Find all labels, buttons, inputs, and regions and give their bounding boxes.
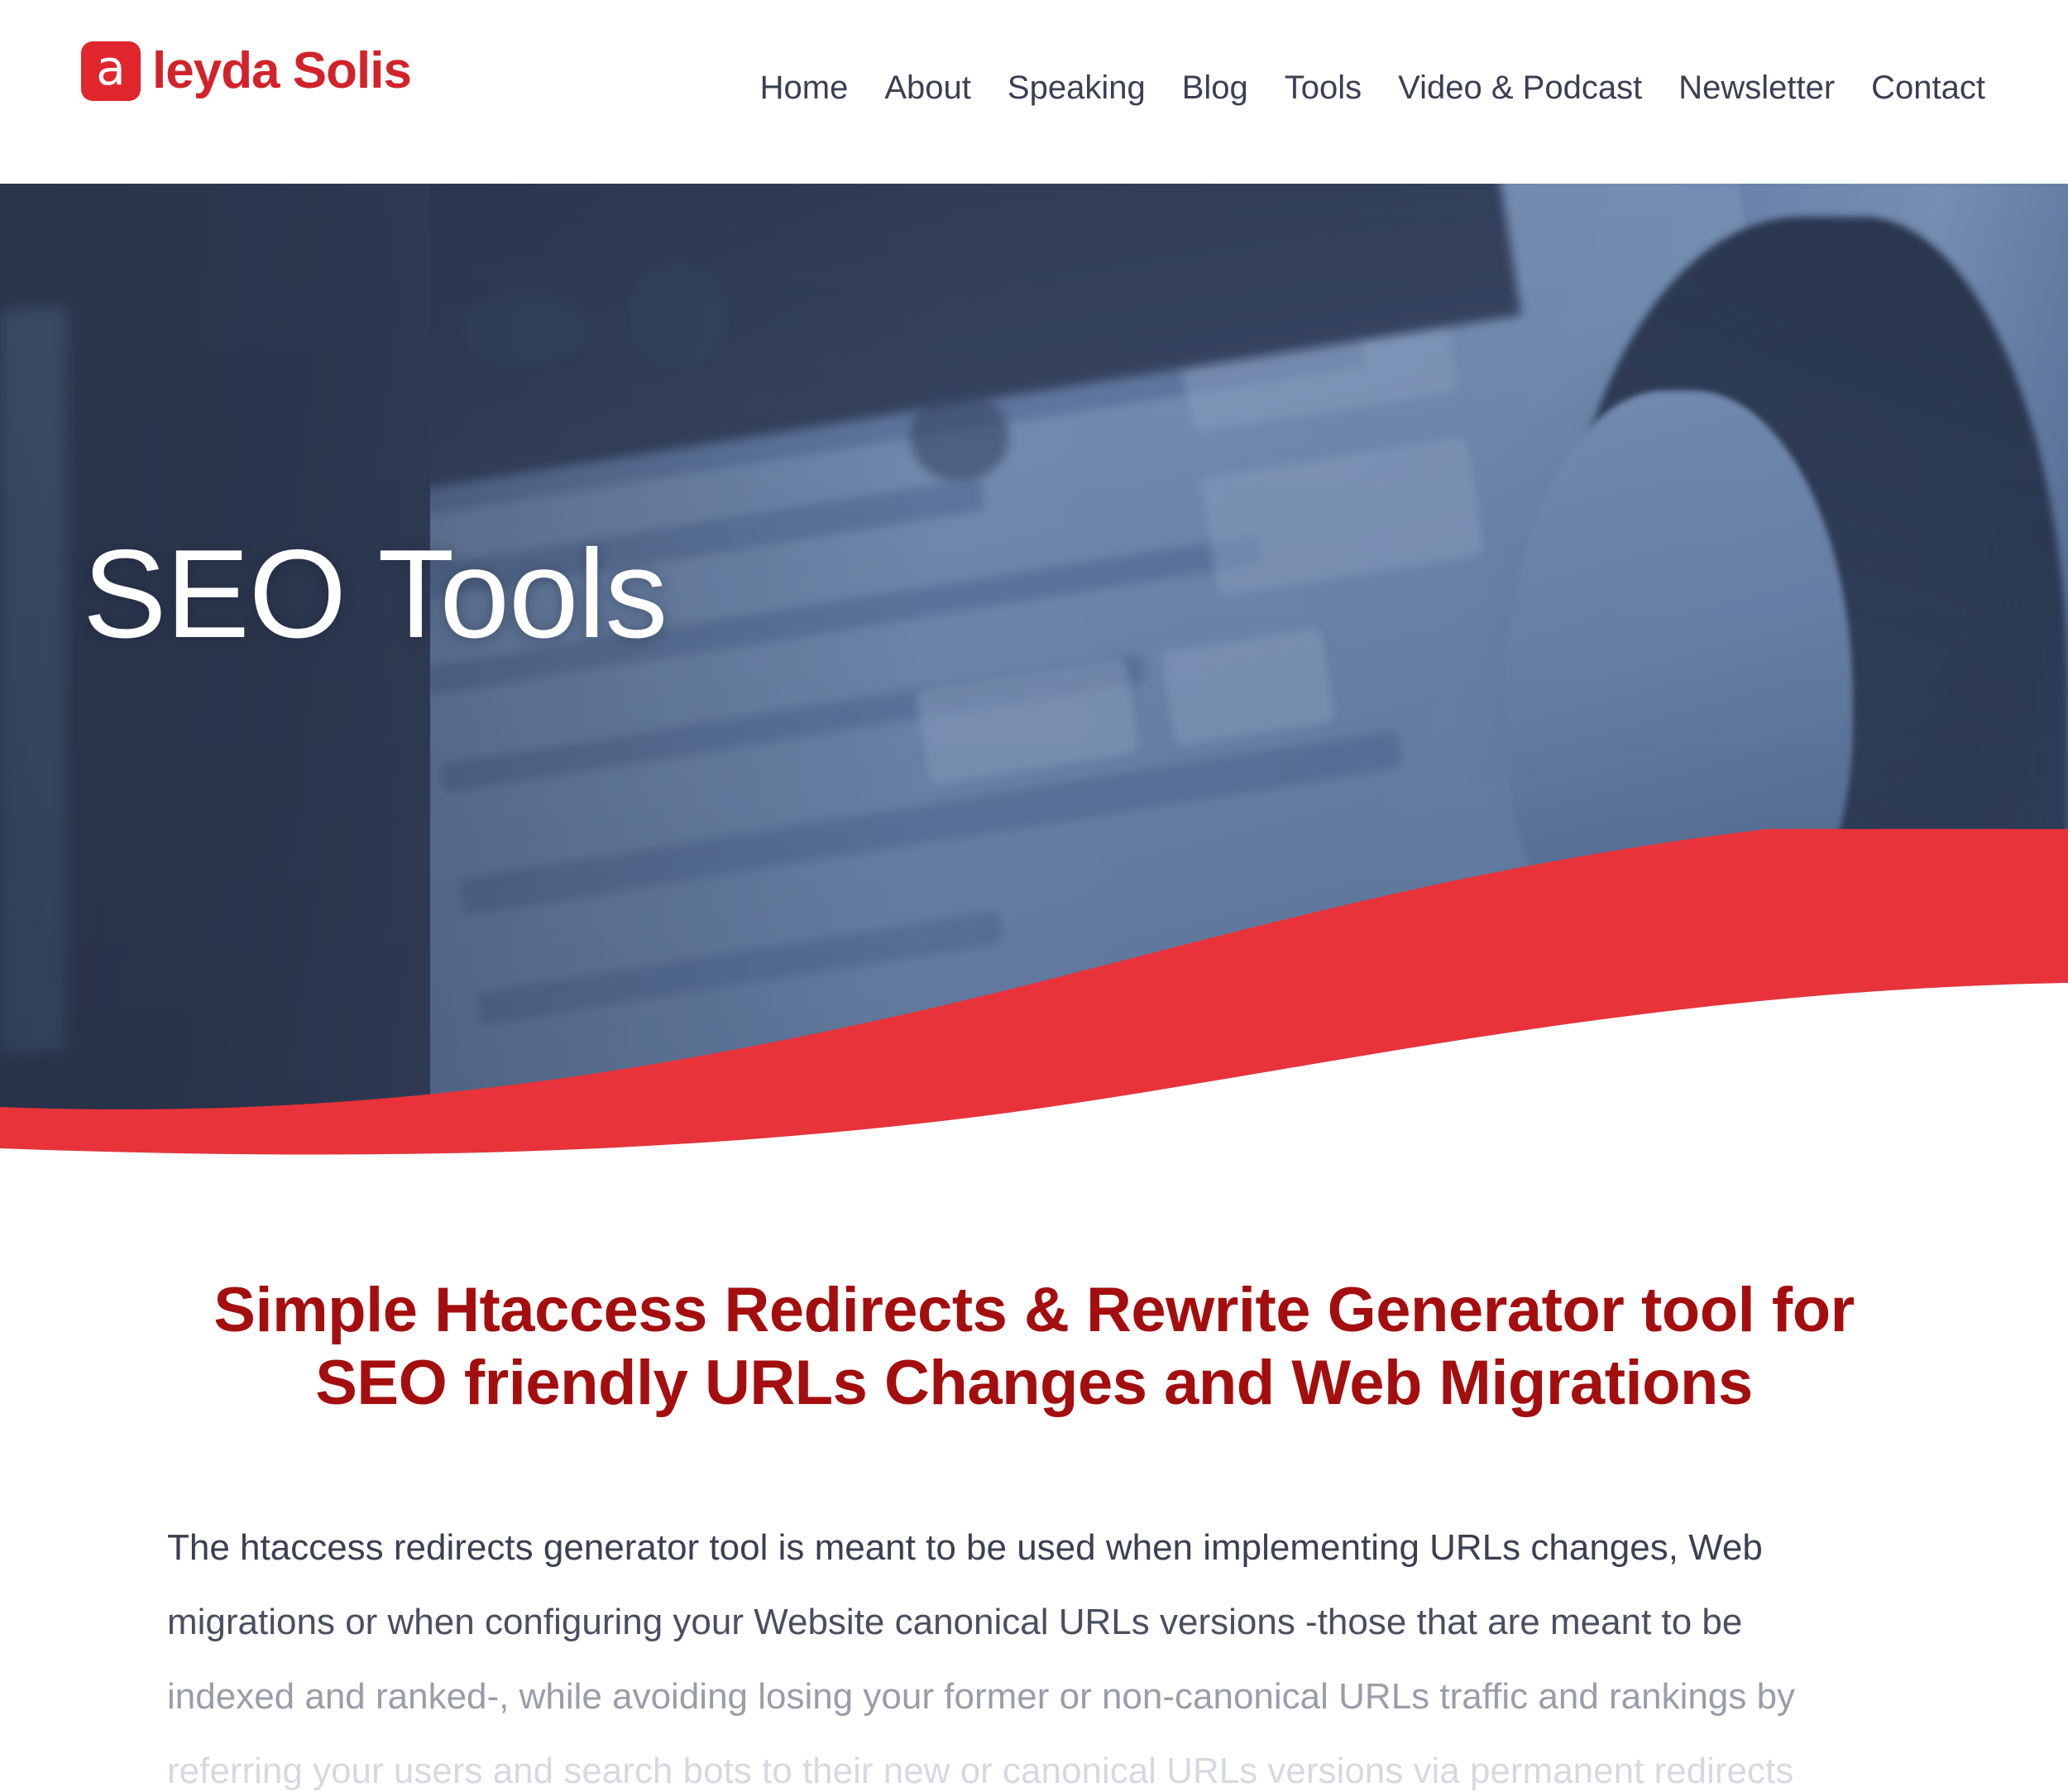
logo-wordmark: leyda Solis xyxy=(152,42,412,99)
nav-item-contact[interactable]: Contact xyxy=(1853,68,2003,108)
tool-heading-line-1: Simple Htaccess Redirects & Rewrite Gene… xyxy=(213,1275,1855,1345)
nav-item-newsletter[interactable]: Newsletter xyxy=(1660,68,1853,108)
hero-banner: SEO Tools xyxy=(0,184,2068,1176)
nav-item-tools[interactable]: Tools xyxy=(1266,68,1380,108)
tool-intro-line-1: The htaccess redirects generator tool is… xyxy=(167,1527,1763,1569)
tool-intro-line-2: migrations or when configuring your Webs… xyxy=(167,1602,1743,1643)
tool-heading-line-2: SEO friendly URLs Changes and Web Migrat… xyxy=(315,1348,1753,1419)
page-title: SEO Tools xyxy=(83,524,668,664)
site-header: a leyda Solis Home About Speaking Blog T… xyxy=(0,0,2068,184)
main-navigation: Home About Speaking Blog Tools Video & P… xyxy=(742,68,2003,108)
site-logo[interactable]: a leyda Solis xyxy=(81,41,412,101)
nav-item-video-podcast[interactable]: Video & Podcast xyxy=(1380,68,1660,108)
nav-item-about[interactable]: About xyxy=(866,68,989,108)
main-content: Simple Htaccess Redirects & Rewrite Gene… xyxy=(0,1176,2068,1792)
tool-intro-line-3: indexed and ranked-, while avoiding losi… xyxy=(167,1675,1796,1717)
tool-intro-line-4: referring your users and search bots to … xyxy=(167,1750,1794,1791)
tool-intro-paragraph: The htaccess redirects generator tool is… xyxy=(83,1511,1985,1792)
hero-background-image xyxy=(0,184,2068,1176)
nav-item-home[interactable]: Home xyxy=(742,68,867,108)
page-root: a leyda Solis Home About Speaking Blog T… xyxy=(0,0,2068,1792)
nav-item-speaking[interactable]: Speaking xyxy=(989,68,1164,108)
nav-item-blog[interactable]: Blog xyxy=(1164,68,1266,108)
logo-mark-icon: a xyxy=(81,41,141,101)
tool-heading: Simple Htaccess Redirects & Rewrite Gene… xyxy=(83,1274,1985,1420)
logo-mark-letter: a xyxy=(96,40,126,96)
